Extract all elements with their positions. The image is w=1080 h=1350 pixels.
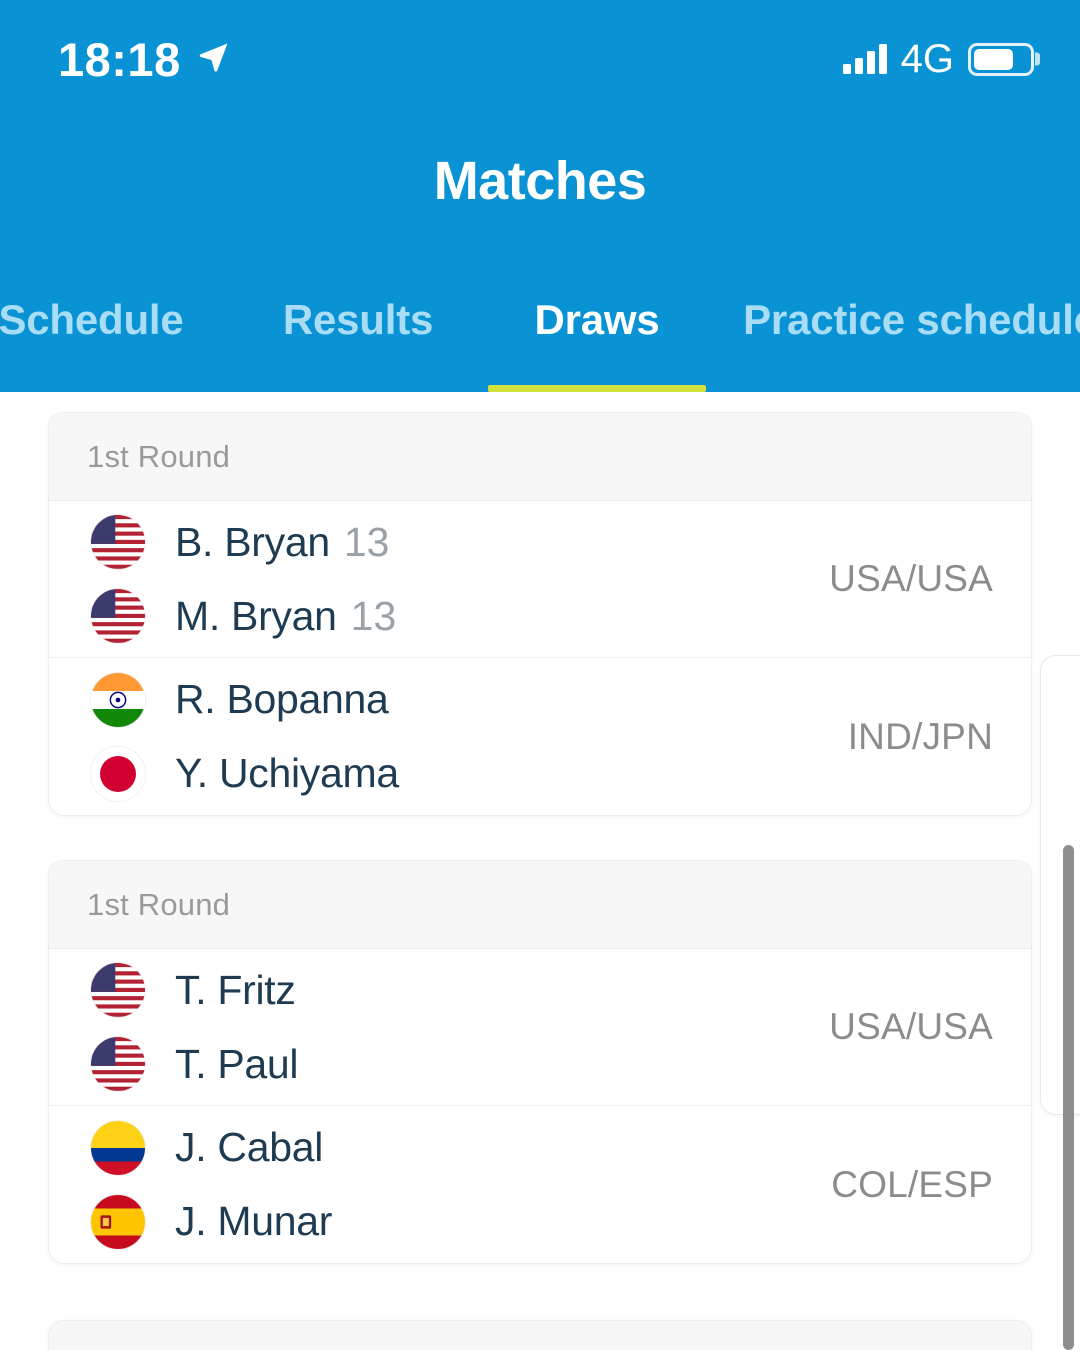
status-bar-clock: 18:18 <box>58 32 181 86</box>
network-type-label: 4G <box>900 37 954 81</box>
scrollbar-thumb[interactable] <box>1063 845 1074 1350</box>
matches-draws-screen: 18:18 4G Matches Schedule Results Draws … <box>0 0 1080 1350</box>
vertical-scrollbar[interactable] <box>1063 845 1074 1350</box>
team-country-codes: COL/ESP <box>831 1163 993 1205</box>
team-players: B. Bryan 13 M. Bryan 13 <box>91 513 829 645</box>
team-row[interactable]: B. Bryan 13 M. Bryan 13 USA/USA <box>49 501 1031 658</box>
match-card[interactable]: 1st Round T. Fritz T. Paul USA/USA J. Ca… <box>48 860 1032 1264</box>
player-name: Y. Uchiyama <box>175 750 399 796</box>
page-title: Matches <box>433 151 647 211</box>
status-bar: 18:18 4G <box>0 0 1080 118</box>
player-line: M. Bryan 13 <box>91 587 829 645</box>
flag-usa-icon <box>91 589 145 643</box>
match-card[interactable]: 1st Round B. Bryan 13 M. Bryan 13 USA/US… <box>48 412 1032 816</box>
team-row[interactable]: R. Bopanna Y. Uchiyama IND/JPN <box>49 658 1031 815</box>
flag-spain-icon <box>91 1194 145 1249</box>
tab-practice-schedule-label: Practice schedule <box>743 296 1080 343</box>
player-line: J. Munar <box>91 1193 831 1251</box>
cellular-signal-icon <box>842 44 887 74</box>
tab-practice-schedule[interactable]: Practice schedule <box>730 286 1080 392</box>
tab-draws[interactable]: Draws <box>488 286 706 392</box>
team-players: R. Bopanna Y. Uchiyama <box>91 671 848 803</box>
player-line: T. Paul <box>91 1035 829 1093</box>
team-players: T. Fritz T. Paul <box>91 961 829 1093</box>
team-players: J. Cabal J. Munar <box>91 1119 831 1251</box>
player-name: T. Fritz <box>175 966 296 1013</box>
tab-draws-label: Draws <box>534 296 660 343</box>
player-line: B. Bryan 13 <box>91 513 829 571</box>
flag-usa-icon <box>91 515 145 569</box>
team-country-codes: USA/USA <box>829 1006 993 1047</box>
player-line: Y. Uchiyama <box>91 745 848 803</box>
match-card[interactable] <box>48 1320 1032 1350</box>
round-label: 1st Round <box>87 886 231 922</box>
player-line: J. Cabal <box>91 1119 831 1177</box>
player-line: T. Fritz <box>91 961 829 1019</box>
team-country-codes: USA/USA <box>829 558 993 599</box>
flag-india-icon <box>91 672 145 727</box>
card-header <box>49 1321 1031 1350</box>
round-label: 1st Round <box>87 438 231 474</box>
player-name: J. Cabal <box>175 1124 324 1170</box>
player-name: R. Bopanna <box>175 676 389 722</box>
flag-usa-icon <box>91 1037 145 1091</box>
status-bar-right: 4G <box>842 37 1040 81</box>
player-seed: 13 <box>350 592 397 639</box>
draws-list[interactable]: 1st Round B. Bryan 13 M. Bryan 13 USA/US… <box>0 392 1080 1350</box>
tab-schedule-label: Schedule <box>0 296 184 343</box>
card-header: 1st Round <box>49 413 1031 501</box>
player-name: J. Munar <box>175 1198 333 1244</box>
tab-results-label: Results <box>282 296 434 343</box>
flag-usa-icon <box>91 963 145 1017</box>
team-row[interactable]: T. Fritz T. Paul USA/USA <box>49 949 1031 1106</box>
player-name: T. Paul <box>175 1040 299 1087</box>
team-country-codes: IND/JPN <box>847 715 993 757</box>
player-name: B. Bryan <box>175 518 330 565</box>
tab-active-indicator <box>488 385 706 392</box>
flag-japan-icon <box>91 746 145 801</box>
location-arrow-icon <box>197 40 231 79</box>
tab-schedule[interactable]: Schedule <box>0 286 204 392</box>
card-header: 1st Round <box>49 861 1031 949</box>
tab-results[interactable]: Results <box>262 286 454 392</box>
player-line: R. Bopanna <box>91 671 848 729</box>
team-row[interactable]: J. Cabal J. Munar COL/ESP <box>49 1106 1031 1263</box>
player-name: M. Bryan <box>175 592 337 639</box>
status-bar-left: 18:18 <box>58 36 231 83</box>
battery-icon <box>968 42 1040 76</box>
flag-colombia-icon <box>91 1120 145 1175</box>
player-seed: 13 <box>343 518 390 565</box>
next-page-peek-card[interactable] <box>1040 655 1080 1115</box>
app-header: 18:18 4G Matches Schedule Results Draws … <box>0 0 1080 392</box>
tab-bar[interactable]: Schedule Results Draws Practice schedule <box>0 286 1080 392</box>
